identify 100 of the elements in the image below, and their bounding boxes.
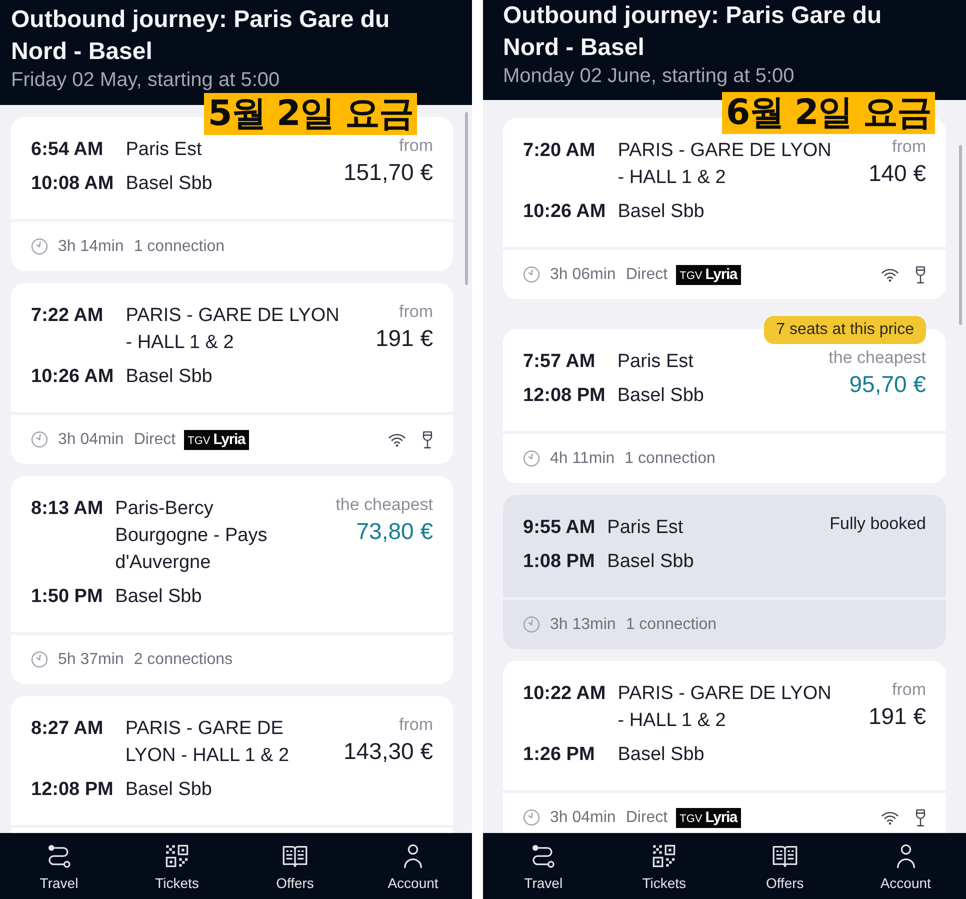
nav-tab[interactable]: Offers xyxy=(724,833,846,899)
price-label: from xyxy=(399,136,433,156)
clock-icon xyxy=(523,616,540,633)
departure-station: Paris Est xyxy=(126,138,203,162)
date-subtitle: Monday 02 June, starting at 5:00 xyxy=(503,64,796,88)
nav-tab[interactable]: Offers xyxy=(236,833,354,899)
departure-time: 6:54 AM xyxy=(31,138,104,162)
arrival-station: Basel Sbb xyxy=(126,365,214,389)
duration-text: 3h 06min xyxy=(550,266,616,284)
price-text: 191 € xyxy=(375,324,433,352)
arrival-time: 12:08 PM xyxy=(523,384,606,408)
price-text: 191 € xyxy=(868,702,926,730)
wine-glass-icon xyxy=(915,266,926,284)
clock-icon xyxy=(31,238,48,255)
departure-station: Paris Est xyxy=(617,350,694,374)
departure-station: PARIS - GARE DE LYON - HALL 1 & 2 xyxy=(618,682,832,733)
price-label: from xyxy=(399,715,433,735)
route-icon[interactable] xyxy=(530,843,556,869)
departure-time: 9:55 AM xyxy=(523,516,596,540)
departure-station: PARIS - GARE DE LYON - HALL 1 & 2 xyxy=(618,139,832,190)
departure-station: PARIS - GARE DE LYON - HALL 1 & 2 xyxy=(126,304,340,355)
arrival-station: Basel Sbb xyxy=(617,384,705,408)
duration-text: 3h 13min xyxy=(550,616,616,634)
arrival-time: 10:26 AM xyxy=(523,200,606,224)
status-text: Fully booked xyxy=(830,514,926,534)
clock-icon xyxy=(523,266,540,283)
clock-icon xyxy=(523,450,540,467)
date-subtitle: Friday 02 May, starting at 5:00 xyxy=(11,68,281,92)
wine-glass-icon xyxy=(915,808,926,826)
route-icon[interactable] xyxy=(46,843,72,869)
arrival-time: 12:08 PM xyxy=(31,778,114,802)
journey-card[interactable]: 7:22 AM PARIS - GARE DE LYON - HALL 1 & 2 10:26 AM Basel Sbb from 191 € 3h 04min Direct TGV Lyria xyxy=(11,283,453,464)
duration-text: 4h 11min xyxy=(550,450,615,468)
price-label: from xyxy=(892,680,926,700)
nav-tab[interactable]: Account xyxy=(354,833,472,899)
book-icon[interactable] xyxy=(772,843,798,869)
departure-time: 8:13 AM xyxy=(31,497,104,521)
nav-tab[interactable]: Tickets xyxy=(604,833,724,899)
price-label: from xyxy=(399,302,433,322)
arrival-time: 10:26 AM xyxy=(31,365,114,389)
nav-tab[interactable]: Travel xyxy=(0,833,118,899)
book-icon[interactable] xyxy=(282,843,308,869)
clock-icon xyxy=(523,809,540,826)
duration-text: 3h 04min xyxy=(550,808,616,826)
connections-text: 1 connection xyxy=(134,238,225,256)
duration-text: 3h 04min xyxy=(58,430,124,448)
journey-card[interactable]: 9:55 AM Paris Est 1:08 PM Basel Sbb Fully booked 3h 13min 1 connection xyxy=(503,495,946,649)
departure-station: Paris-Bercy Bourgogne - Pays d'Auvergne xyxy=(115,497,268,575)
operator-logo: TGV Lyria xyxy=(184,430,250,450)
arrival-time: 1:08 PM xyxy=(523,550,596,574)
price-text: 95,70 € xyxy=(849,370,926,398)
journey-card[interactable]: 8:27 AM PARIS - GARE DE LYON - HALL 1 & 2 12:08 PM Basel Sbb from 143,30 € xyxy=(11,696,453,833)
connections-text: Direct xyxy=(134,430,176,448)
journey-card[interactable]: 8:13 AM Paris-Bercy Bourgogne - Pays d'Auvergne 1:50 PM Basel Sbb the cheapest 73,80 € 5h 37min 2 connections xyxy=(11,476,453,684)
connections-text: 1 connection xyxy=(626,616,717,634)
qr-code-icon[interactable] xyxy=(164,843,190,869)
connections-text: 1 connection xyxy=(624,450,716,468)
nav-tab[interactable]: Account xyxy=(845,833,966,899)
departure-time: 7:20 AM xyxy=(523,139,596,163)
arrival-station: Basel Sbb xyxy=(618,200,706,224)
price-label: from xyxy=(892,137,926,157)
operator-logo: TGV Lyria xyxy=(676,264,742,284)
departure-time: 8:27 AM xyxy=(31,717,104,741)
departure-time: 10:22 AM xyxy=(523,682,606,706)
price-text: 151,70 € xyxy=(343,158,433,186)
price-text: 140 € xyxy=(868,159,926,187)
price-text: 143,30 € xyxy=(343,737,433,765)
clock-icon xyxy=(31,431,48,448)
arrival-station: Basel Sbb xyxy=(115,585,203,609)
connections-text: 2 connections xyxy=(134,650,233,668)
departure-station: PARIS - GARE DE LYON - HALL 1 & 2 xyxy=(125,717,290,768)
wine-glass-icon xyxy=(422,430,433,448)
departure-time: 7:22 AM xyxy=(31,304,104,328)
clock-icon xyxy=(31,651,48,668)
journey-card[interactable]: 10:22 AM PARIS - GARE DE LYON - HALL 1 & 2 1:26 PM Basel Sbb from 191 € 3h 04min Direct TGV Lyria xyxy=(503,661,946,833)
price-label: the cheapest xyxy=(828,348,926,368)
date-annotation: 5월 2일 요금 xyxy=(204,93,417,135)
arrival-station: Basel Sbb xyxy=(618,743,706,767)
arrival-station: Basel Sbb xyxy=(607,550,695,574)
arrival-time: 10:08 AM xyxy=(31,172,114,196)
page-title: Outbound journey: Paris Gare du Nord - Basel xyxy=(503,1,883,63)
price-label: the cheapest xyxy=(336,495,433,515)
nav-tab[interactable]: Tickets xyxy=(118,833,236,899)
page-title: Outbound journey: Paris Gare du Nord - Basel xyxy=(11,5,391,67)
nav-tab[interactable]: Travel xyxy=(483,833,604,899)
duration-text: 3h 14min xyxy=(58,238,124,256)
duration-text: 5h 37min xyxy=(58,650,124,668)
arrival-station: Basel Sbb xyxy=(126,172,214,196)
departure-station: Paris Est xyxy=(607,516,684,540)
departure-time: 7:57 AM xyxy=(523,350,596,374)
wifi-icon xyxy=(388,432,406,446)
arrival-station: Basel Sbb xyxy=(125,778,213,802)
connections-text: Direct xyxy=(626,266,668,284)
wifi-icon xyxy=(881,810,899,824)
date-annotation: 6월 2일 요금 xyxy=(722,92,935,134)
arrival-time: 1:26 PM xyxy=(523,743,596,767)
wifi-icon xyxy=(881,268,899,282)
seats-badge: 7 seats at this price xyxy=(764,316,926,344)
connections-text: Direct xyxy=(626,808,668,826)
qr-code-icon[interactable] xyxy=(651,843,678,869)
